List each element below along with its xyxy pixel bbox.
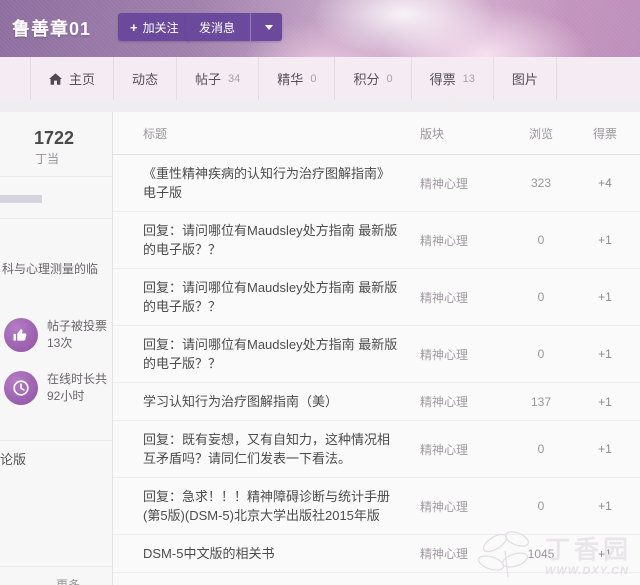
tab-count: 13: [462, 72, 475, 85]
tab-label: 帖子: [195, 72, 222, 87]
tab-count: 0: [310, 72, 317, 85]
divider: [0, 440, 112, 441]
stat-votes-text: 帖子被投票 13次: [47, 319, 108, 350]
row-title-link[interactable]: 回复：请问哪位有Maudsley处方指南 最新版的电子版？？: [143, 278, 420, 316]
row-title-link[interactable]: 《重性精神疾病的认知行为治疗图解指南》电子版: [143, 164, 420, 202]
table-row: 回复：请问哪位有Maudsley处方指南 最新版的电子版？？ 精神心理 0 +1: [113, 212, 640, 269]
row-board-link[interactable]: 精神心理: [420, 441, 502, 458]
tab-count: 34: [228, 72, 241, 85]
header-votes: 得票: [592, 126, 617, 141]
divider: [0, 218, 112, 219]
section-fragment: 论版: [0, 452, 27, 467]
row-board-link[interactable]: 精神心理: [420, 346, 502, 363]
bio-fragment: 科与心理测量的临: [2, 262, 99, 276]
nav-tabs: 主页 动态 帖子 34 精华 0 积分 0 得票 13 图片: [0, 57, 557, 100]
tab-digest[interactable]: 精华 0: [259, 57, 336, 100]
message-button[interactable]: 发消息: [186, 13, 283, 41]
divider: [0, 566, 112, 567]
message-button-label: 发消息: [199, 20, 236, 35]
row-board-link[interactable]: 精神心理: [420, 232, 502, 249]
divider: [0, 176, 112, 177]
dingdang-label: 丁当: [35, 152, 60, 166]
tab-posts[interactable]: 帖子 34: [177, 57, 260, 100]
more-link[interactable]: 更多: [56, 576, 80, 585]
tab-label: 得票: [429, 72, 456, 87]
stat-online-hours: 在线时长共 92小时: [4, 371, 107, 405]
message-dropdown-toggle[interactable]: [256, 24, 282, 30]
tab-label: 主页: [69, 72, 96, 87]
table-row: 回复：请问哪位有Maudsley处方指南 最新版的电子版？？ 精神心理 0 +1: [113, 269, 640, 326]
row-votes: +4: [598, 176, 612, 190]
thumbs-up-icon: [4, 318, 38, 352]
row-votes: +1: [598, 290, 612, 304]
table-row: 回复：请问哪位有Maudsley处方指南 最新版的电子版？？ 精神心理 0 +1: [113, 326, 640, 383]
profile-banner: 鲁善章01 + 加关注 发消息: [0, 0, 640, 57]
username: 鲁善章01: [12, 19, 92, 39]
tab-label: 图片: [511, 72, 538, 87]
tab-label: 积分: [353, 72, 380, 87]
stat-online-text: 在线时长共 92小时: [47, 372, 108, 403]
row-views: 0: [537, 347, 545, 361]
row-views: 0: [537, 290, 545, 304]
row-title-link[interactable]: 回复：请问哪位有Maudsley处方指南 最新版的电子版？？: [143, 335, 420, 373]
tab-votes[interactable]: 得票 13: [412, 57, 494, 100]
tab-feed[interactable]: 动态: [114, 57, 178, 100]
row-votes: +1: [598, 233, 612, 247]
clock-icon: [4, 371, 38, 405]
tab-label: 动态: [132, 72, 159, 87]
row-views: 0: [537, 442, 545, 456]
profile-nav: 主页 动态 帖子 34 精华 0 积分 0 得票 13 图片: [0, 57, 640, 100]
row-votes: +1: [598, 442, 612, 456]
header-title: 标题: [143, 126, 168, 141]
tab-points[interactable]: 积分 0: [335, 57, 412, 100]
row-votes: +1: [598, 499, 612, 513]
chevron-down-icon: [265, 24, 274, 30]
row-views: 0: [537, 499, 545, 513]
progress-bar: [0, 195, 42, 203]
tab-home[interactable]: 主页: [30, 57, 115, 100]
row-votes: +1: [598, 347, 612, 361]
row-board-link[interactable]: 精神心理: [420, 498, 502, 515]
stat-votes-received: 帖子被投票 13次: [4, 318, 107, 352]
header-views: 浏览: [528, 126, 553, 141]
row-views: 1045: [527, 546, 555, 561]
home-icon: [49, 72, 62, 85]
row-title-link[interactable]: 回复：既有妄想，又有自知力，这种情况相互矛盾吗？请同仁们发表一下看法。: [143, 430, 420, 468]
header-board: 版块: [420, 126, 445, 141]
table-body: 《重性精神疾病的认知行为治疗图解指南》电子版 精神心理 323 +4 回复：请问…: [113, 155, 640, 573]
row-title-link[interactable]: DSM-5中文版的相关书: [143, 544, 420, 563]
row-board-link[interactable]: 精神心理: [420, 545, 502, 562]
follow-button-label: 加关注: [142, 20, 179, 35]
dingdang-score: 1722: [34, 128, 75, 148]
votes-panel: 标题 版块 浏览 得票 《重性精神疾病的认知行为治疗图解指南》电子版 精神心理 …: [113, 112, 640, 585]
row-board-link[interactable]: 精神心理: [420, 175, 502, 192]
tab-images[interactable]: 图片: [494, 57, 557, 100]
row-votes: +1: [598, 394, 612, 409]
table-row: 回复：既有妄想，又有自知力，这种情况相互矛盾吗？请同仁们发表一下看法。 精神心理…: [113, 421, 640, 478]
profile-sidebar: 1722 丁当 科与心理测量的临 帖子被投票 13次 在线时长共 92小时 论版 更…: [0, 112, 113, 585]
row-views: 0: [537, 233, 545, 247]
row-votes: +1: [598, 546, 612, 561]
nav-content-gap: [0, 100, 640, 112]
button-divider: [250, 13, 252, 41]
plus-icon: +: [130, 19, 138, 35]
tab-count: 0: [386, 72, 393, 85]
row-board-link[interactable]: 精神心理: [420, 289, 502, 306]
row-title-link[interactable]: 回复：请问哪位有Maudsley处方指南 最新版的电子版？？: [143, 221, 420, 259]
table-row: 《重性精神疾病的认知行为治疗图解指南》电子版 精神心理 323 +4: [113, 155, 640, 212]
row-views: 323: [530, 176, 552, 190]
tab-label: 精华: [277, 72, 304, 87]
table-row: DSM-5中文版的相关书 精神心理 1045 +1: [113, 535, 640, 573]
table-row: 学习认知行为治疗图解指南（美） 精神心理 137 +1: [113, 383, 640, 421]
row-title-link[interactable]: 回复：急求！！！精神障碍诊断与统计手册(第5版)(DSM-5)北京大学出版社20…: [143, 487, 420, 525]
row-board-link[interactable]: 精神心理: [420, 393, 502, 410]
table-header: 标题 版块 浏览 得票: [113, 112, 640, 155]
table-row: 回复：急求！！！精神障碍诊断与统计手册(第5版)(DSM-5)北京大学出版社20…: [113, 478, 640, 535]
row-views: 137: [530, 394, 552, 409]
content-area: 1722 丁当 科与心理测量的临 帖子被投票 13次 在线时长共 92小时 论版 更…: [0, 112, 640, 585]
follow-button[interactable]: + 加关注: [118, 13, 191, 41]
row-title-link[interactable]: 学习认知行为治疗图解指南（美）: [143, 392, 420, 411]
